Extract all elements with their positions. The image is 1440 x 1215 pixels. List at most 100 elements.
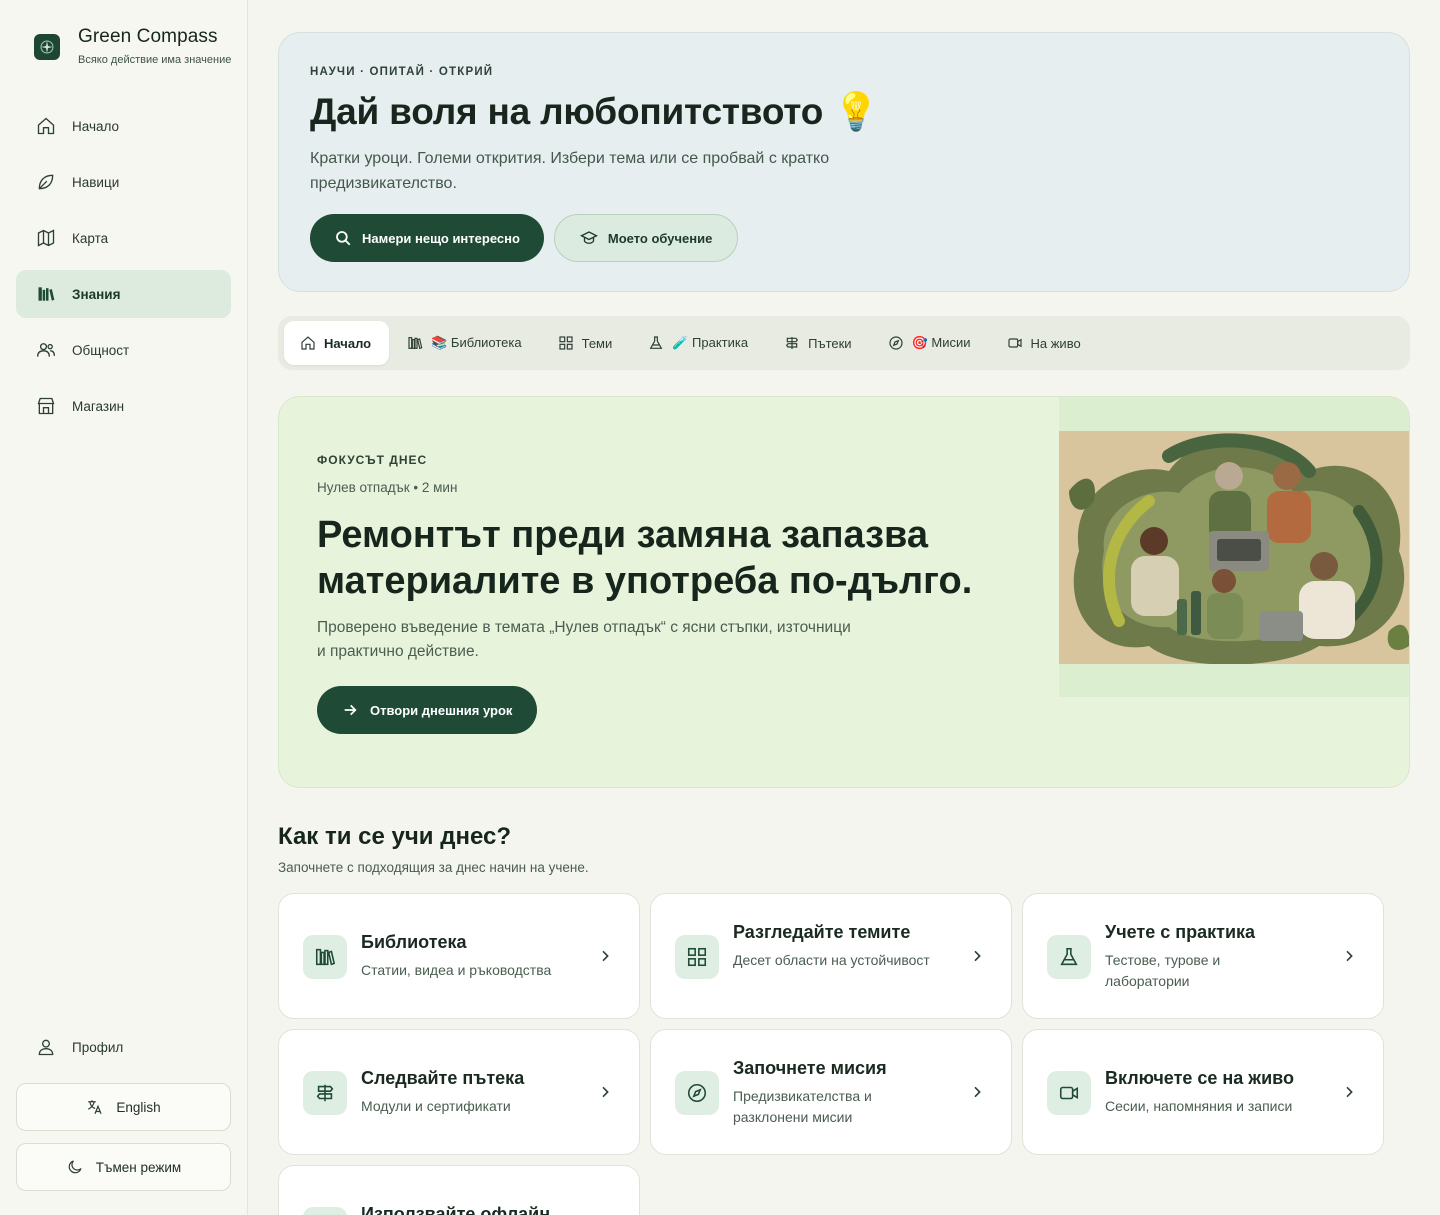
focus-title: Ремонтът преди замяна запазва материалит… xyxy=(317,514,973,602)
tab-label: Начало xyxy=(324,335,372,351)
graduation-cap-icon xyxy=(579,231,598,244)
sidebar-nav: Начало Навици Карта Знания Общност Магаз… xyxy=(16,102,231,438)
flask-icon xyxy=(649,336,663,349)
knowledge-tabs: Начало 📚 Библиотека Теми 🧪 Практика Пъте… xyxy=(278,316,1410,370)
card-title: Разгледайте темите xyxy=(733,922,911,942)
hero-title: Дай воля на любопитството 💡 xyxy=(310,91,880,132)
chevron-right-icon xyxy=(974,950,981,962)
tab-label: Пътеки xyxy=(808,335,852,351)
signpost-icon xyxy=(786,337,799,349)
focus-description: Проверено въведение в темата „Нулев отпа… xyxy=(317,619,851,660)
video-icon xyxy=(1059,1086,1079,1100)
sidebar-item-map[interactable]: Карта xyxy=(16,214,231,262)
learn-card-library[interactable]: Библиотека Статии, видеа и ръководства xyxy=(278,893,640,1019)
tab-missions[interactable]: 🎯 Мисии xyxy=(870,321,989,365)
brand-title: Green Compass xyxy=(78,26,218,47)
sidebar-bottom: Профил English Тъмен режим xyxy=(16,1023,231,1191)
hero-eyebrow: НАУЧИ · ОПИТАЙ · ОТКРИЙ xyxy=(310,66,494,78)
card-description: Предизвикателства и разклонени мисии xyxy=(733,1088,872,1125)
tab-label: На живо xyxy=(1030,335,1081,351)
brand-tagline: Всяко действие има значение xyxy=(78,54,232,66)
open-today-lesson-label: Отвори днешния урок xyxy=(370,702,513,718)
sidebar-item-label: Общност xyxy=(72,342,130,358)
sidebar-item-knowledge[interactable]: Знания xyxy=(16,270,231,318)
hero-banner: НАУЧИ · ОПИТАЙ · ОТКРИЙ Дай воля на любо… xyxy=(278,32,1410,292)
learn-card-practice[interactable]: Учете с практика Тестове, турове и лабор… xyxy=(1022,893,1384,1019)
repair-community-illustration xyxy=(1059,431,1409,664)
library-icon xyxy=(315,948,336,966)
my-learning-button[interactable]: Моето обучение xyxy=(553,214,739,262)
tab-label: 🧪 Практика xyxy=(672,335,749,350)
chevron-right-icon xyxy=(1346,1086,1353,1098)
sidebar-item-label: Начало xyxy=(72,118,120,134)
library-icon xyxy=(408,337,423,350)
chevron-right-icon xyxy=(602,950,609,962)
video-icon xyxy=(1007,338,1022,348)
card-title: Библиотека xyxy=(361,932,467,952)
profile-label: Профил xyxy=(72,1039,124,1055)
find-interesting-label: Намери нещо интересно xyxy=(362,230,520,246)
open-today-lesson-button[interactable]: Отвори днешния урок xyxy=(317,686,538,734)
chevron-right-icon xyxy=(602,1086,609,1098)
learn-card-topics[interactable]: Разгледайте темите Десет области на усто… xyxy=(650,893,1012,1019)
translate-icon xyxy=(88,1100,102,1114)
signpost-icon xyxy=(316,1084,334,1102)
card-icon xyxy=(303,1071,347,1115)
language-button[interactable]: English xyxy=(16,1083,231,1131)
daily-focus-card: ФОКУСЪТ ДНЕС Нулев отпадък • 2 мин Ремон… xyxy=(278,396,1410,788)
find-interesting-button[interactable]: Намери нещо интересно xyxy=(310,214,544,262)
sidebar-item-community[interactable]: Общност xyxy=(16,326,231,374)
focus-eyebrow: ФОКУСЪТ ДНЕС xyxy=(317,453,428,467)
users-icon xyxy=(37,343,55,357)
hero-description: Кратки уроци. Големи открития. Избери те… xyxy=(310,150,830,192)
focus-meta: Нулев отпадък • 2 мин xyxy=(317,480,458,495)
learn-card-path[interactable]: Следвайте пътека Модули и сертификати xyxy=(278,1029,640,1155)
home-icon xyxy=(37,117,55,135)
user-icon xyxy=(38,1039,54,1056)
tab-library[interactable]: 📚 Библиотека xyxy=(389,321,540,365)
sidebar-item-habits[interactable]: Навици xyxy=(16,158,231,206)
tab-label: 🎯 Мисии xyxy=(911,335,971,350)
tab-paths[interactable]: Пътеки xyxy=(766,321,869,365)
grid-icon xyxy=(559,336,573,350)
card-icon xyxy=(1047,935,1091,979)
card-title: Следвайте пътека xyxy=(361,1068,525,1088)
sidebar-item-label: Карта xyxy=(72,230,109,246)
grid-icon xyxy=(687,947,707,967)
focus-illustration xyxy=(1059,397,1409,697)
hero-actions: Намери нещо интересно Моето обучение xyxy=(310,214,739,262)
learn-card-mission[interactable]: Започнете мисия Предизвикателства и разк… xyxy=(650,1029,1012,1155)
tab-practice[interactable]: 🧪 Практика xyxy=(630,321,766,365)
compass-icon xyxy=(888,336,903,350)
map-icon xyxy=(37,229,55,247)
language-label: English xyxy=(116,1099,161,1115)
card-icon xyxy=(1047,1071,1091,1115)
flask-icon xyxy=(1060,947,1078,966)
learn-card-offline[interactable]: Използвайте офлайн xyxy=(278,1165,640,1215)
leaf-icon xyxy=(38,174,54,190)
compass-logo-icon xyxy=(34,34,60,60)
dark-mode-button[interactable]: Тъмен режим xyxy=(16,1143,231,1191)
card-description: Модули и сертификати xyxy=(361,1098,511,1114)
brand[interactable]: Green Compass Всяко действие има значени… xyxy=(34,26,231,66)
sidebar-item-label: Навици xyxy=(72,174,120,190)
sidebar: Green Compass Всяко действие има значени… xyxy=(0,0,248,1215)
compass-icon xyxy=(687,1083,707,1103)
card-title: Включете се на живо xyxy=(1105,1068,1294,1088)
tab-topics[interactable]: Теми xyxy=(540,321,631,365)
sidebar-item-store[interactable]: Магазин xyxy=(16,382,231,430)
store-icon xyxy=(37,397,55,415)
chevron-right-icon xyxy=(974,1086,981,1098)
tab-live[interactable]: На живо xyxy=(989,321,1099,365)
library-icon xyxy=(38,287,55,301)
moon-icon xyxy=(68,1160,82,1174)
learn-section-title: Как ти се учи днес? xyxy=(278,823,511,850)
card-title: Учете с практика xyxy=(1105,922,1256,942)
tab-home[interactable]: Начало xyxy=(284,321,390,365)
sidebar-item-profile[interactable]: Профил xyxy=(16,1023,231,1071)
tab-label: Теми xyxy=(581,335,613,351)
card-description: Десет области на устойчивост xyxy=(733,952,930,968)
sidebar-item-home[interactable]: Начало xyxy=(16,102,231,150)
learn-card-live[interactable]: Включете се на живо Сесии, напомняния и … xyxy=(1022,1029,1384,1155)
chevron-right-icon xyxy=(1346,950,1353,962)
